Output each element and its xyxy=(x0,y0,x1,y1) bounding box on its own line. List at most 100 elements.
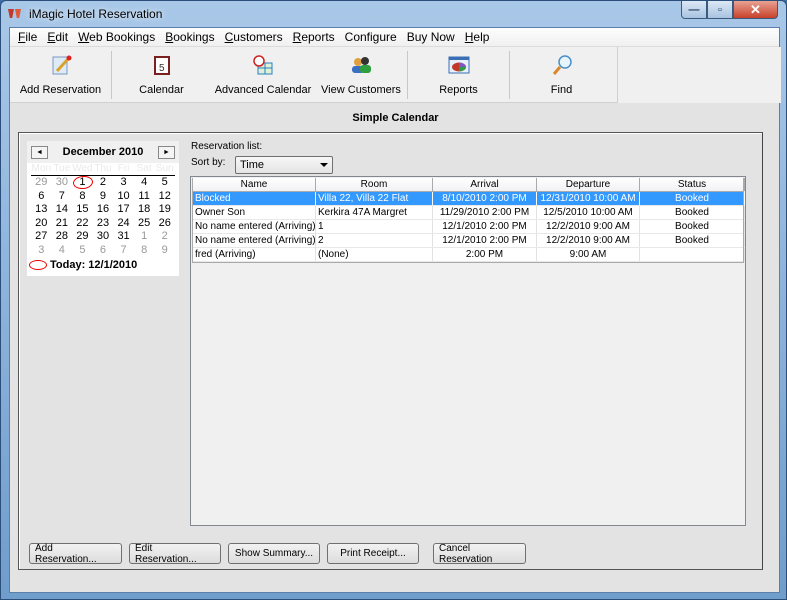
svg-text:5: 5 xyxy=(159,63,165,74)
calendar-day[interactable]: 3 xyxy=(113,176,134,190)
menu-bookings[interactable]: Bookings xyxy=(160,30,219,44)
cell-departure: 12/31/2010 10:00 AM xyxy=(537,192,640,205)
weekday-label: Thu xyxy=(94,163,112,174)
calendar-day[interactable]: 11 xyxy=(134,190,155,204)
calendar-day[interactable]: 30 xyxy=(52,176,73,190)
calendar-day[interactable]: 19 xyxy=(154,203,175,217)
calendar-day[interactable]: 13 xyxy=(31,203,52,217)
toolbar-find-button[interactable]: Find xyxy=(510,47,613,102)
title-bar[interactable]: iMagic Hotel Reservation — ▫ ✕ xyxy=(1,1,786,27)
calendar-prev-month-button[interactable]: ◄ xyxy=(31,145,48,159)
column-header-name[interactable]: Name xyxy=(193,178,316,191)
cell-room: Kerkira 47A Margret xyxy=(316,206,433,219)
calendar-day[interactable]: 26 xyxy=(154,217,175,231)
menu-configure[interactable]: Configure xyxy=(340,30,402,44)
cell-status: Booked xyxy=(640,192,745,205)
cell-arrival: 12/1/2010 2:00 PM xyxy=(433,234,537,247)
calendar-day[interactable]: 23 xyxy=(93,217,114,231)
menu-edit[interactable]: Edit xyxy=(42,30,73,44)
calendar-next-month-button[interactable]: ► xyxy=(157,145,175,159)
toolbar-reports-button[interactable]: Reports xyxy=(408,47,509,102)
column-header-arrival[interactable]: Arrival xyxy=(433,178,537,191)
calendar-day[interactable]: 4 xyxy=(134,176,155,190)
add-reservation-button[interactable]: Add Reservation... xyxy=(29,543,122,565)
weekday-label: Sat xyxy=(136,163,152,174)
cell-departure: 9:00 AM xyxy=(537,248,640,261)
calendar-icon: 5 xyxy=(151,54,173,76)
toolbar-calendar-button[interactable]: 5 Calendar xyxy=(112,47,211,102)
cell-arrival: 8/10/2010 2:00 PM xyxy=(433,192,537,205)
calendar-day[interactable]: 6 xyxy=(31,190,52,204)
weekday-label: Mon xyxy=(31,163,51,174)
calendar-today-link[interactable]: Today: 12/1/2010 xyxy=(27,259,179,271)
calendar-day[interactable]: 9 xyxy=(154,244,175,258)
calendar-day[interactable]: 15 xyxy=(72,203,93,217)
calendar-day[interactable]: 28 xyxy=(52,230,73,244)
action-buttons: Add Reservation... Edit Reservation... S… xyxy=(29,543,533,565)
calendar-day[interactable]: 7 xyxy=(113,244,134,258)
menu-accelerator: E xyxy=(47,30,56,44)
calendar-day[interactable]: 31 xyxy=(113,230,134,244)
table-row[interactable]: No name entered (Arriving) 1 12/1/2010 2:0… xyxy=(193,220,745,234)
calendar-day[interactable]: 3 xyxy=(31,244,52,258)
calendar-day[interactable]: 27 xyxy=(31,230,52,244)
calendar-day[interactable]: 29 xyxy=(72,230,93,244)
column-header-departure[interactable]: Departure xyxy=(537,178,640,191)
toolbar-add-reservation-label: Add Reservation xyxy=(19,84,102,96)
column-header-room[interactable]: Room xyxy=(316,178,433,191)
menu-customers[interactable]: Customers xyxy=(220,30,288,44)
table-row[interactable]: Owner Son Kerkira 47A Margret 11/29/2010 2… xyxy=(193,206,745,220)
table-row[interactable]: No name entered (Arriving) 2 12/1/2010 2:0… xyxy=(193,234,745,248)
toolbar-advanced-calendar-button[interactable]: Advanced Calendar xyxy=(211,47,315,102)
calendar-day-selected[interactable]: 1 xyxy=(72,176,93,190)
calendar-day[interactable]: 8 xyxy=(134,244,155,258)
calendar-day[interactable]: 7 xyxy=(52,190,73,204)
toolbar-add-reservation-button[interactable]: Add Reservation xyxy=(10,47,111,102)
table-row[interactable]: fred (Arriving) (None) 2:00 PM 9:00 AM xyxy=(193,248,745,262)
show-summary-button[interactable]: Show Summary... xyxy=(228,543,320,564)
calendar-day[interactable]: 8 xyxy=(72,190,93,204)
reservation-list[interactable]: Name Room Arrival Departure Status Blocked Vi… xyxy=(190,176,746,526)
close-button[interactable]: ✕ xyxy=(733,1,778,19)
sort-by-dropdown[interactable]: Time xyxy=(235,156,333,174)
menu-help[interactable]: Help xyxy=(460,30,495,44)
cancel-reservation-button[interactable]: Cancel Reservation xyxy=(433,543,526,565)
calendar-day[interactable]: 10 xyxy=(113,190,134,204)
print-receipt-button[interactable]: Print Receipt... xyxy=(327,543,419,564)
calendar-day[interactable]: 5 xyxy=(154,176,175,190)
edit-reservation-button[interactable]: Edit Reservation... xyxy=(129,543,221,565)
calendar-day[interactable]: 18 xyxy=(134,203,155,217)
toolbar-view-customers-button[interactable]: View Customers xyxy=(315,47,407,102)
cell-arrival: 12/1/2010 2:00 PM xyxy=(433,220,537,233)
menu-accelerator: F xyxy=(18,30,26,44)
calendar-day[interactable]: 14 xyxy=(52,203,73,217)
calendar-day[interactable]: 16 xyxy=(93,203,114,217)
menu-web-bookings[interactable]: Web Bookings xyxy=(73,30,160,44)
calendar-day[interactable]: 21 xyxy=(52,217,73,231)
maximize-button[interactable]: ▫ xyxy=(707,1,733,19)
table-row[interactable]: Blocked Villa 22, Villa 22 Flat 8/10/2010 … xyxy=(193,192,745,206)
calendar-day[interactable]: 24 xyxy=(113,217,134,231)
calendar-month-title[interactable]: December 2010 xyxy=(63,146,144,158)
calendar-day[interactable]: 17 xyxy=(113,203,134,217)
calendar-day[interactable]: 9 xyxy=(93,190,114,204)
menu-file[interactable]: File xyxy=(13,30,42,44)
calendar-day[interactable]: 25 xyxy=(134,217,155,231)
calendar-day[interactable]: 12 xyxy=(154,190,175,204)
menu-buy-now[interactable]: Buy Now xyxy=(402,30,460,44)
column-header-status[interactable]: Status xyxy=(640,178,745,191)
minimize-button[interactable]: — xyxy=(681,1,707,19)
calendar-day[interactable]: 2 xyxy=(154,230,175,244)
calendar-day[interactable]: 20 xyxy=(31,217,52,231)
menu-reports[interactable]: Reports xyxy=(288,30,340,44)
menu-accelerator: W xyxy=(78,30,90,44)
calendar-day[interactable]: 29 xyxy=(31,176,52,190)
calendar-day[interactable]: 1 xyxy=(134,230,155,244)
calendar-day[interactable]: 4 xyxy=(52,244,73,258)
calendar-day[interactable]: 30 xyxy=(93,230,114,244)
calendar-day[interactable]: 5 xyxy=(72,244,93,258)
calendar-day[interactable]: 6 xyxy=(93,244,114,258)
calendar-day[interactable]: 2 xyxy=(93,176,114,190)
calendar-day[interactable]: 22 xyxy=(72,217,93,231)
cell-name: No name entered (Arriving) xyxy=(195,220,316,233)
